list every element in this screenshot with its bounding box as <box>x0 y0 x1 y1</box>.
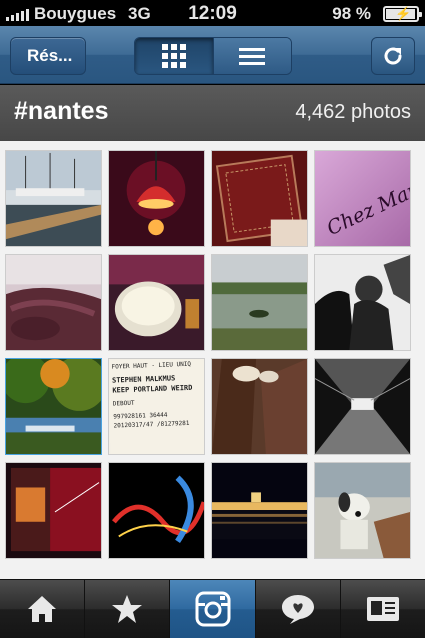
tab-bar <box>0 579 425 638</box>
tab-home[interactable] <box>0 580 86 638</box>
red-book-cover-image <box>212 151 307 246</box>
tab-camera[interactable] <box>170 580 256 638</box>
marina-boats-image <box>6 151 101 246</box>
view-mode-control <box>134 37 292 75</box>
cream-bowl-image <box>109 255 204 350</box>
ticket-code: 20120317/47 /81279281 <box>113 419 190 430</box>
photo-thumbnail[interactable] <box>108 150 205 247</box>
ticket-tagline: KEEP PORTLAND WEIRD <box>112 383 193 395</box>
photo-thumbnail[interactable] <box>314 462 411 559</box>
photo-thumbnail[interactable] <box>5 150 102 247</box>
status-time: 12:09 <box>188 3 237 24</box>
grid-icon <box>161 44 186 68</box>
back-button[interactable]: Rés... <box>10 37 86 75</box>
battery-icon: ⚡ <box>383 6 422 22</box>
status-bar: Bouygues 3G 12:09 98 % ⚡ <box>0 0 425 26</box>
grid-view-button[interactable] <box>135 38 213 74</box>
bw-bridge-image <box>315 359 410 454</box>
camera-icon <box>195 591 230 627</box>
profile-card-icon <box>366 597 399 621</box>
ticket-venue: FOYER HAUT - LIEU UNIQ <box>111 360 192 371</box>
list-icon <box>239 47 266 65</box>
tab-profile[interactable] <box>341 580 425 638</box>
concert-ticket-image: FOYER HAUT - LIEU UNIQ STEPHEN MALKMUS K… <box>109 359 204 454</box>
hashtag-header: #nantes 4,462 photos <box>0 85 425 141</box>
photo-thumbnail[interactable] <box>314 358 411 455</box>
autumn-park-image <box>6 359 101 454</box>
photo-thumbnail[interactable] <box>211 462 308 559</box>
refresh-button[interactable] <box>371 37 415 75</box>
city-night-river-image <box>212 463 307 558</box>
photo-thumbnail[interactable] <box>108 254 205 351</box>
photo-thumbnail[interactable] <box>211 358 308 455</box>
list-view-button[interactable] <box>212 38 291 74</box>
battery-percent: 98 % <box>332 4 371 23</box>
photo-thumbnail[interactable] <box>5 462 102 559</box>
photo-thumbnail[interactable] <box>314 254 411 351</box>
navigation-bar: Rés... <box>0 26 425 84</box>
sneakers-legs-image <box>212 359 307 454</box>
ticket-type: DEBOUT <box>112 399 135 408</box>
photo-grid-area: Chez Maman FOYER HAUT - LIEU UNIQ STEPHE… <box>0 141 425 579</box>
photo-thumbnail[interactable] <box>211 150 308 247</box>
bw-statue-image <box>315 255 410 350</box>
photo-thumbnail[interactable]: FOYER HAUT - LIEU UNIQ STEPHEN MALKMUS K… <box>108 358 205 455</box>
hashtag-title: #nantes <box>14 97 109 125</box>
photo-thumbnail[interactable] <box>108 462 205 559</box>
home-icon <box>28 596 57 622</box>
chez-maman-sign-image: Chez Maman <box>315 151 410 246</box>
light-trails-image <box>109 463 204 558</box>
star-icon <box>112 595 143 623</box>
photo-thumbnail[interactable] <box>5 254 102 351</box>
tab-popular[interactable] <box>85 580 171 638</box>
red-building-night-image <box>6 463 101 558</box>
photo-grid: Chez Maman FOYER HAUT - LIEU UNIQ STEPHE… <box>5 150 411 559</box>
leather-sofa-image <box>6 255 101 350</box>
back-button-label: Rés... <box>27 46 73 65</box>
refresh-icon <box>384 47 402 65</box>
dog-on-sofa-image <box>315 463 410 558</box>
photo-thumbnail[interactable] <box>211 254 308 351</box>
ticket-artist: STEPHEN MALKMUS <box>111 374 176 385</box>
comment-icon <box>281 595 314 624</box>
photo-thumbnail[interactable] <box>5 358 102 455</box>
pond-landscape-image <box>212 255 307 350</box>
photo-count: 4,462 photos <box>295 101 411 123</box>
red-lamp-image <box>109 151 204 246</box>
photo-thumbnail[interactable]: Chez Maman <box>314 150 411 247</box>
tab-news[interactable] <box>256 580 341 638</box>
